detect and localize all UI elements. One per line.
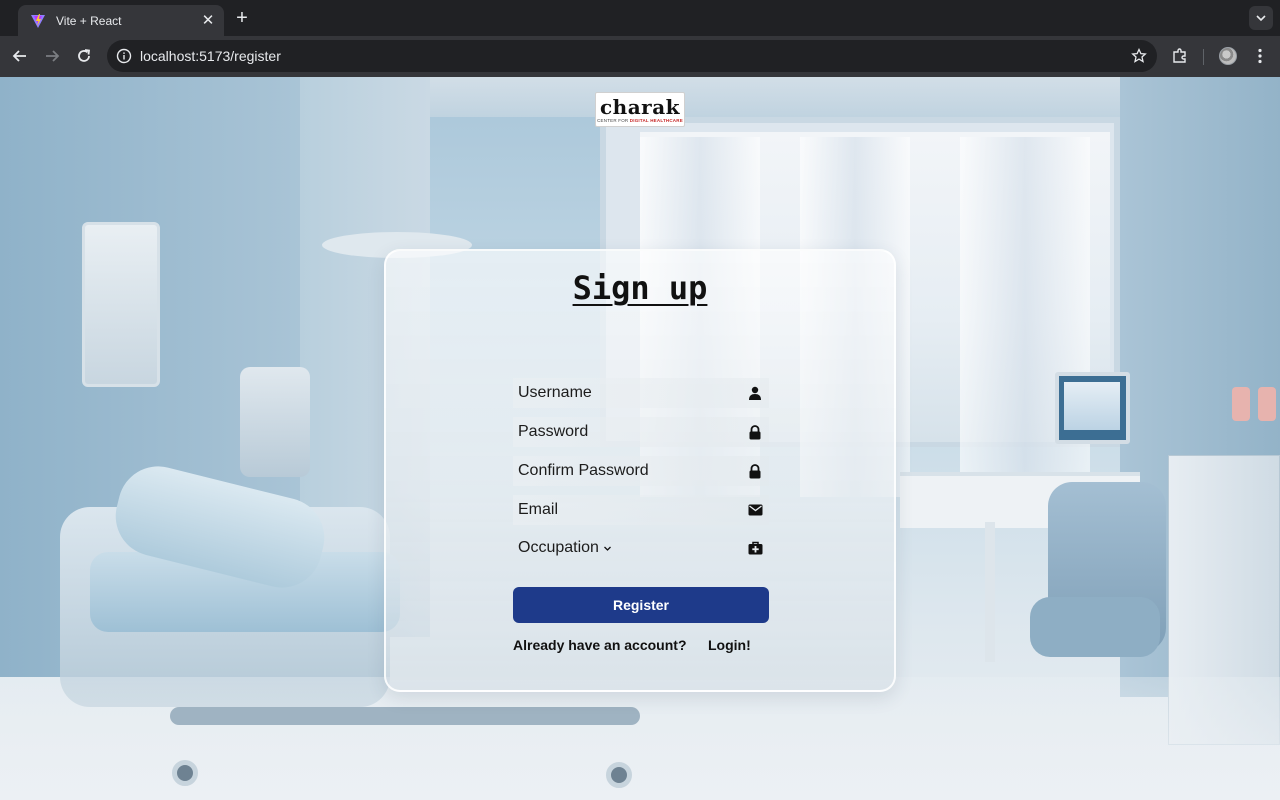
arrow-left-icon xyxy=(12,50,26,62)
confirm-password-placeholder: Confirm Password xyxy=(518,462,649,479)
password-field[interactable]: Password xyxy=(513,417,769,447)
bookmark-star-icon[interactable] xyxy=(1131,48,1147,64)
background-wheel xyxy=(606,762,632,788)
confirm-password-field[interactable]: Confirm Password xyxy=(513,456,769,486)
logo-wordmark: charak xyxy=(599,94,681,119)
login-link[interactable]: Login! xyxy=(708,637,751,653)
occupation-label: Occupation xyxy=(518,539,599,556)
background-computer-screen xyxy=(1064,382,1120,430)
password-placeholder: Password xyxy=(518,423,589,440)
briefcase-medical-icon xyxy=(747,540,763,556)
background-wheel xyxy=(172,760,198,786)
background-equipment xyxy=(240,367,310,477)
tab-title: Vite + React xyxy=(56,13,122,28)
user-icon xyxy=(747,385,763,401)
arrow-right-icon xyxy=(46,50,60,62)
page-title: Sign up xyxy=(572,269,708,307)
browser-tab[interactable]: Vite + React ✕ xyxy=(18,5,224,36)
occupation-field: Occupation xyxy=(513,536,769,560)
tab-close-icon[interactable]: ✕ xyxy=(200,12,216,29)
already-have-account-text: Already have an account? xyxy=(513,637,687,653)
reload-icon xyxy=(78,49,91,62)
background-chair-seat xyxy=(1030,597,1160,657)
profile-button[interactable] xyxy=(1216,44,1240,68)
logo-tagline-highlight: DIGITAL HEALTHCARE xyxy=(629,117,683,123)
background-bed-frame xyxy=(170,707,640,725)
lock-icon xyxy=(747,463,763,479)
new-tab-button[interactable]: + xyxy=(232,8,252,28)
email-field[interactable]: Email xyxy=(513,495,769,525)
url-text: localhost:5173/register xyxy=(140,48,281,64)
address-bar[interactable]: localhost:5173/register xyxy=(107,40,1157,72)
background-wall-monitor xyxy=(82,222,160,387)
background-iv-bag xyxy=(1258,387,1276,421)
reload-button[interactable] xyxy=(72,44,96,68)
username-field[interactable]: Username xyxy=(513,378,769,408)
logo-tagline: CENTER FOR DIGITAL HEALTHCARE xyxy=(597,118,683,123)
background-iv-bag xyxy=(1232,387,1250,421)
register-button[interactable]: Register xyxy=(513,587,769,623)
kebab-menu-icon xyxy=(1258,48,1262,64)
chevron-down-icon xyxy=(1256,15,1266,22)
avatar xyxy=(1219,47,1237,65)
menu-button[interactable] xyxy=(1248,44,1272,68)
browser-toolbar: localhost:5173/register xyxy=(0,36,1280,77)
tab-search-button[interactable] xyxy=(1249,6,1273,30)
username-placeholder: Username xyxy=(518,384,592,401)
puzzle-icon xyxy=(1173,48,1186,63)
vite-logo-icon xyxy=(30,13,46,29)
info-icon[interactable] xyxy=(116,48,132,64)
envelope-icon xyxy=(747,502,763,518)
forward-button[interactable] xyxy=(40,44,64,68)
occupation-select[interactable]: Occupation xyxy=(518,539,747,557)
charak-logo: charak CENTER FOR DIGITAL HEALTHCARE xyxy=(595,92,685,127)
toolbar-divider xyxy=(1203,49,1204,65)
logo-tagline-prefix: CENTER FOR xyxy=(597,117,630,123)
lock-icon xyxy=(747,424,763,440)
signup-card: Sign up Username Password Confirm Passwo… xyxy=(384,249,896,692)
background-desk-leg xyxy=(985,522,995,662)
extensions-button[interactable] xyxy=(1168,44,1192,68)
browser-tabstrip: Vite + React ✕ + xyxy=(0,0,1280,36)
chevron-down-icon xyxy=(603,544,612,553)
page-viewport: charak CENTER FOR DIGITAL HEALTHCARE Sig… xyxy=(0,77,1280,800)
email-placeholder: Email xyxy=(518,501,559,518)
back-button[interactable] xyxy=(8,44,32,68)
